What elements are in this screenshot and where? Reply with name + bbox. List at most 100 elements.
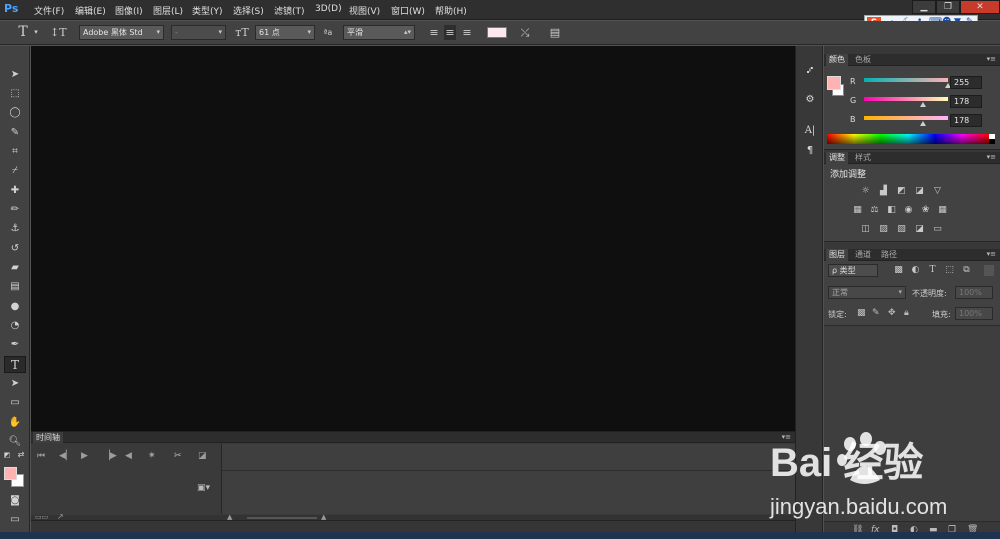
- tab-paths[interactable]: 路径: [878, 249, 900, 261]
- filter-toggle[interactable]: [984, 265, 994, 276]
- menu-select[interactable]: 选择(S): [233, 4, 264, 17]
- black-white-icon[interactable]: ◧: [885, 205, 898, 216]
- text-orientation-icon[interactable]: ↕T: [50, 25, 67, 40]
- invert-icon[interactable]: ◫: [859, 224, 872, 235]
- menu-window[interactable]: 窗口(W): [391, 4, 425, 17]
- restore-icon[interactable]: ❐: [936, 0, 960, 14]
- next-frame-icon[interactable]: ▕▶: [103, 451, 117, 461]
- lock-position-icon[interactable]: ✥: [888, 308, 896, 318]
- character-panel-icon[interactable]: A|: [801, 123, 819, 139]
- hand-tool-icon[interactable]: ✋: [4, 414, 26, 431]
- path-select-tool-icon[interactable]: ➤: [4, 375, 26, 392]
- gradient-map-icon[interactable]: ▭: [931, 224, 944, 235]
- pixel-filter-icon[interactable]: ▩: [892, 265, 905, 276]
- paragraph-panel-icon[interactable]: ¶: [801, 143, 819, 159]
- text-color-swatch[interactable]: [487, 27, 507, 38]
- brightness-icon[interactable]: ☼: [859, 186, 872, 197]
- tab-swatches[interactable]: 色板: [852, 54, 874, 66]
- quick-select-tool-icon[interactable]: ✎: [4, 124, 26, 141]
- lock-pixels-icon[interactable]: ✎: [872, 308, 880, 318]
- zoom-tool-icon[interactable]: 🔍︎: [4, 433, 26, 450]
- prev-frame-icon[interactable]: ◀▏: [59, 451, 73, 461]
- tab-color[interactable]: 颜色: [826, 54, 848, 66]
- posterize-icon[interactable]: ▨: [877, 224, 890, 235]
- panel-menu-icon[interactable]: ▾≡: [987, 55, 996, 63]
- audio-icon[interactable]: ◀: [125, 451, 132, 461]
- slider-thumb[interactable]: [919, 121, 926, 126]
- tool-preset-chevron-icon[interactable]: ▾: [32, 25, 40, 40]
- type-filter-icon[interactable]: T: [926, 265, 939, 276]
- screen-mode-icon[interactable]: ▭: [4, 511, 26, 528]
- panel-menu-icon[interactable]: ▾≡: [782, 433, 791, 441]
- type-tool-icon[interactable]: T: [14, 25, 32, 40]
- tab-layers[interactable]: 图层: [826, 249, 848, 261]
- add-media-icon[interactable]: ▣▾: [197, 483, 210, 493]
- healing-brush-tool-icon[interactable]: ✚: [4, 182, 26, 199]
- clone-stamp-tool-icon[interactable]: ⚓: [4, 220, 26, 237]
- history-panel-icon[interactable]: ⑇: [801, 63, 819, 79]
- menu-help[interactable]: 帮助(H): [435, 4, 467, 17]
- lock-all-icon[interactable]: 🔒︎: [904, 308, 909, 318]
- layers-list[interactable]: [824, 325, 1000, 521]
- crop-tool-icon[interactable]: ⌗: [4, 143, 26, 160]
- align-center-icon[interactable]: ≡: [444, 25, 456, 40]
- channel-mixer-icon[interactable]: ❀: [919, 205, 932, 216]
- shape-tool-icon[interactable]: ▭: [4, 394, 26, 411]
- menu-filter[interactable]: 滤镜(T): [274, 4, 305, 17]
- layer-filter-select[interactable]: ρ 类型: [828, 264, 878, 277]
- slider-g[interactable]: G 178: [850, 95, 1000, 109]
- settings-gear-icon[interactable]: ✷: [148, 451, 156, 461]
- smart-object-filter-icon[interactable]: ⧉: [960, 265, 973, 276]
- blur-tool-icon[interactable]: ●: [4, 298, 26, 315]
- swap-colors-icon[interactable]: ⇄: [16, 450, 26, 460]
- tab-styles[interactable]: 样式: [852, 152, 874, 164]
- fill-field[interactable]: 100%: [955, 307, 993, 320]
- transition-icon[interactable]: ◪: [198, 451, 207, 461]
- adjustment-filter-icon[interactable]: ◐: [909, 265, 922, 276]
- menu-layer[interactable]: 图层(L): [153, 4, 183, 17]
- foreground-color-swatch[interactable]: [4, 467, 17, 480]
- split-scissors-icon[interactable]: ✂: [174, 451, 182, 461]
- color-balance-icon[interactable]: ⚖: [868, 205, 881, 216]
- selective-color-icon[interactable]: ◪: [913, 224, 926, 235]
- minimize-icon[interactable]: ▁: [912, 0, 936, 14]
- align-right-icon[interactable]: ≡: [461, 25, 473, 40]
- menu-type[interactable]: 类型(Y): [192, 4, 223, 17]
- blend-mode-select[interactable]: 正常 ▾: [828, 286, 906, 299]
- zoom-slider[interactable]: [247, 517, 317, 519]
- play-icon[interactable]: ▶: [81, 451, 88, 461]
- hue-saturation-icon[interactable]: ▦: [851, 205, 864, 216]
- threshold-icon[interactable]: ▧: [895, 224, 908, 235]
- brush-tool-icon[interactable]: ✏: [4, 201, 26, 218]
- timeline-track-area[interactable]: [221, 444, 796, 514]
- lock-transparent-icon[interactable]: ▩: [857, 308, 866, 318]
- panel-menu-icon[interactable]: ▾≡: [987, 250, 996, 258]
- slider-track[interactable]: [864, 97, 948, 101]
- curves-icon[interactable]: ◩: [895, 186, 908, 197]
- lasso-tool-icon[interactable]: ◯: [4, 104, 26, 121]
- channel-value[interactable]: 178: [950, 114, 982, 127]
- slider-b[interactable]: B 178: [850, 114, 1000, 128]
- character-panel-icon[interactable]: ▤: [548, 25, 562, 40]
- slider-track[interactable]: [864, 116, 948, 120]
- menu-view[interactable]: 视图(V): [349, 4, 380, 17]
- align-left-icon[interactable]: ≡: [428, 25, 440, 40]
- foreground-color-chip[interactable]: [827, 76, 841, 90]
- dodge-tool-icon[interactable]: ◔: [4, 317, 26, 334]
- eraser-tool-icon[interactable]: ▰: [4, 259, 26, 276]
- font-style-select[interactable]: - ▾: [171, 25, 226, 40]
- marquee-tool-icon[interactable]: ⬚: [4, 85, 26, 102]
- first-frame-icon[interactable]: ⏮: [37, 451, 45, 461]
- default-colors-icon[interactable]: ◩: [2, 450, 12, 460]
- tab-adjustments[interactable]: 调整: [826, 152, 848, 164]
- color-spectrum-bar[interactable]: [827, 134, 989, 144]
- opacity-field[interactable]: 100%: [955, 286, 993, 299]
- menu-edit[interactable]: 编辑(E): [75, 4, 106, 17]
- close-icon[interactable]: ✕: [960, 0, 1000, 14]
- black-swatch[interactable]: [989, 139, 995, 144]
- menu-file[interactable]: 文件(F): [34, 4, 64, 17]
- warp-text-icon[interactable]: ⤯: [518, 25, 532, 40]
- shape-filter-icon[interactable]: ⬚: [943, 265, 956, 276]
- antialias-select[interactable]: 平滑 ▴▾: [343, 25, 415, 40]
- slider-thumb[interactable]: [919, 102, 926, 107]
